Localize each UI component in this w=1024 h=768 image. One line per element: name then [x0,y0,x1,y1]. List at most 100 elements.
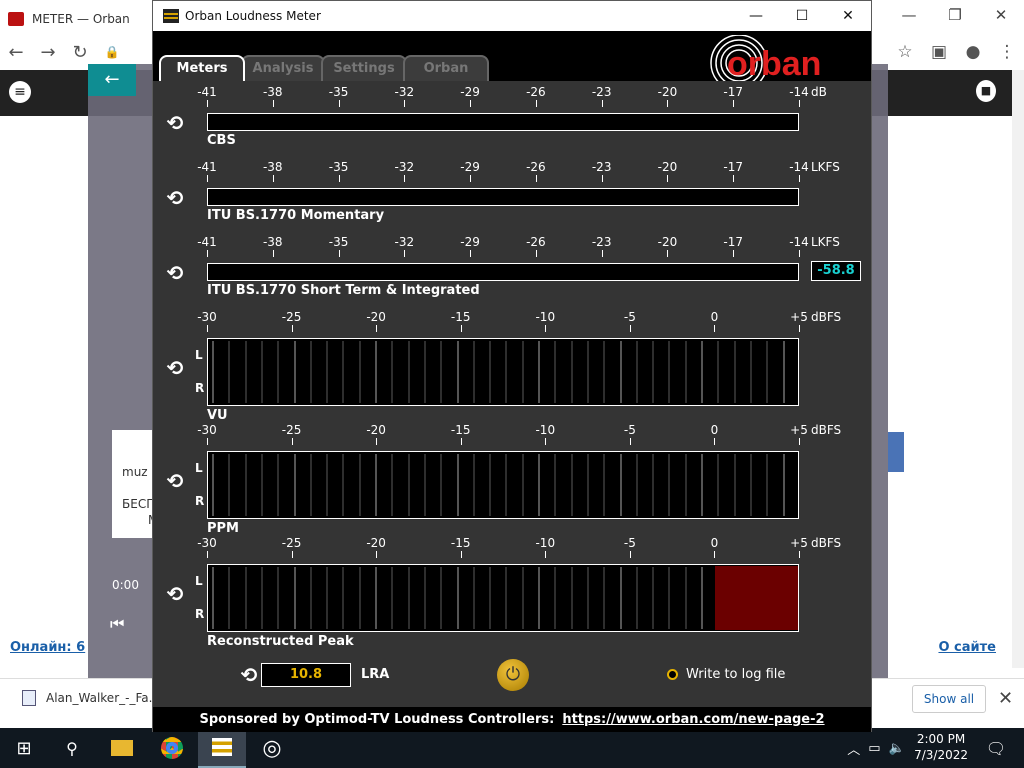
scale-tick-label: -35 [328,160,349,174]
site-lock-icon[interactable]: ■ [976,80,996,102]
write-log-option[interactable]: Write to log file [667,667,785,682]
orban-meter-taskbar-icon[interactable] [198,728,246,768]
log-radio-icon[interactable] [667,669,678,680]
minimize-icon[interactable]: — [733,1,779,31]
meter-bar [207,451,799,519]
meter-segment [521,341,524,403]
volume-icon[interactable]: 🔈 [889,741,905,756]
download-bar-close-icon[interactable]: ✕ [998,688,1013,709]
tab-analysis[interactable]: Analysis [241,55,325,81]
bookmark-star-icon[interactable]: ☆ [888,42,922,62]
meter-segment [782,454,785,516]
browser-tab[interactable]: METER — Orban [8,4,153,34]
browser-menu-icon[interactable]: ⋮ [990,42,1024,62]
meter-segment [717,454,720,516]
thumb-text: muz [122,465,148,479]
meter-segment [375,567,377,629]
browser-restore-icon[interactable]: ❐ [932,0,978,30]
scale-tick-label: +5 [790,536,808,550]
meter-segment [603,567,606,629]
notification-icon[interactable]: 🗨 [976,728,1016,768]
scale-tick-label: -20 [657,85,678,99]
meter-segment [358,341,361,403]
reload-icon[interactable]: ↻ [64,42,96,63]
chrome-icon[interactable] [148,728,196,768]
online-count-link[interactable]: Онлайн: 6 [10,640,85,655]
about-site-link[interactable]: О сайте [938,640,996,655]
system-tray[interactable]: ︿ ▭ 🔈 [836,728,916,768]
side-panel-icon[interactable]: ▣ [922,42,956,62]
scale-tick-mark [460,325,462,332]
tab-settings[interactable]: Settings [321,55,407,81]
meter-segment [538,567,540,629]
player-time: 0:00 [112,578,139,592]
scale-tick-label: -32 [394,160,415,174]
sponsor-link[interactable]: https://www.orban.com/new-page-2 [562,712,824,727]
skip-back-icon[interactable]: ⏮ [110,614,124,634]
power-button[interactable]: ⏻ [497,659,529,691]
scale-tick-label: -20 [657,160,678,174]
close-icon[interactable]: ✕ [825,1,871,31]
tray-chevron-icon[interactable]: ︿ [847,739,860,758]
scale-unit: LKFS [811,160,840,174]
clock-time: 2:00 PM [916,732,966,746]
tab-meters[interactable]: Meters [159,55,245,81]
scale-tick-mark [733,175,735,182]
scale-tick-mark [714,438,716,445]
scale-tick-mark [629,438,631,445]
meter-segment [717,341,720,403]
channel-label-r: R [195,381,205,395]
side-widget [888,432,904,472]
forward-arrow-icon[interactable]: → [32,42,64,63]
reset-meter-icon[interactable]: ⟲ [163,186,187,210]
meter-segment [456,567,459,629]
maximize-icon[interactable]: ☐ [779,1,825,31]
network-icon[interactable]: ▭ [868,741,880,756]
browser-minimize-icon[interactable]: — [886,0,932,30]
scale-tick-label: -20 [657,235,678,249]
page-scrollbar[interactable] [1012,70,1024,668]
search-icon[interactable]: ⚲ [48,728,96,768]
meter-segment [635,567,638,629]
reset-meter-icon[interactable]: ⟲ [163,582,187,606]
scale-tick-label: -30 [197,310,217,324]
meter-segment [652,454,655,516]
meter-segment [766,341,769,403]
scale-tick-mark [207,250,208,257]
taskbar-clock[interactable]: 2:00 PM 7/3/2022 [914,731,968,763]
app-ring-icon[interactable]: ◎ [248,728,296,768]
scale-tick-label: +5 [790,423,808,437]
meter-segment [749,454,752,516]
hamburger-menu-icon[interactable]: ≡ [9,81,31,103]
file-explorer-icon[interactable] [98,728,146,768]
windows-start-icon[interactable]: ⊞ [0,728,48,768]
profile-icon[interactable]: ● [956,42,990,62]
scale-unit: dBFS [811,536,842,550]
reset-meter-icon[interactable]: ⟲ [163,111,187,135]
browser-close-icon[interactable]: ✕ [978,0,1024,30]
scale-tick-mark [404,175,406,182]
scale-tick-label: -41 [197,160,217,174]
scale-tick-label: -5 [623,310,636,324]
reset-lra-icon[interactable]: ⟲ [237,663,261,687]
site-back-button[interactable]: ← [88,64,136,96]
meter-segment [407,567,410,629]
meter-segment [570,454,573,516]
meter-bar [207,263,799,281]
meter-segment [309,567,312,629]
download-item[interactable]: Alan_Walker_-_Fa... [22,690,160,706]
scale-tick-mark [207,325,208,332]
reset-meter-icon[interactable]: ⟲ [163,261,187,285]
back-arrow-icon[interactable]: ← [0,42,32,63]
tab-orban[interactable]: Orban [403,55,489,81]
meter-segment [586,341,589,403]
scale-tick-mark [376,551,378,558]
window-controls: — ☐ ✕ [733,1,871,31]
meter-segment [228,567,231,629]
reset-meter-icon[interactable]: ⟲ [163,356,187,380]
scale-tick-mark [799,551,800,558]
scale-tick-mark [207,551,208,558]
browser-tab-title: METER — Orban [32,12,130,26]
show-all-button[interactable]: Show all [912,685,986,713]
reset-meter-icon[interactable]: ⟲ [163,469,187,493]
